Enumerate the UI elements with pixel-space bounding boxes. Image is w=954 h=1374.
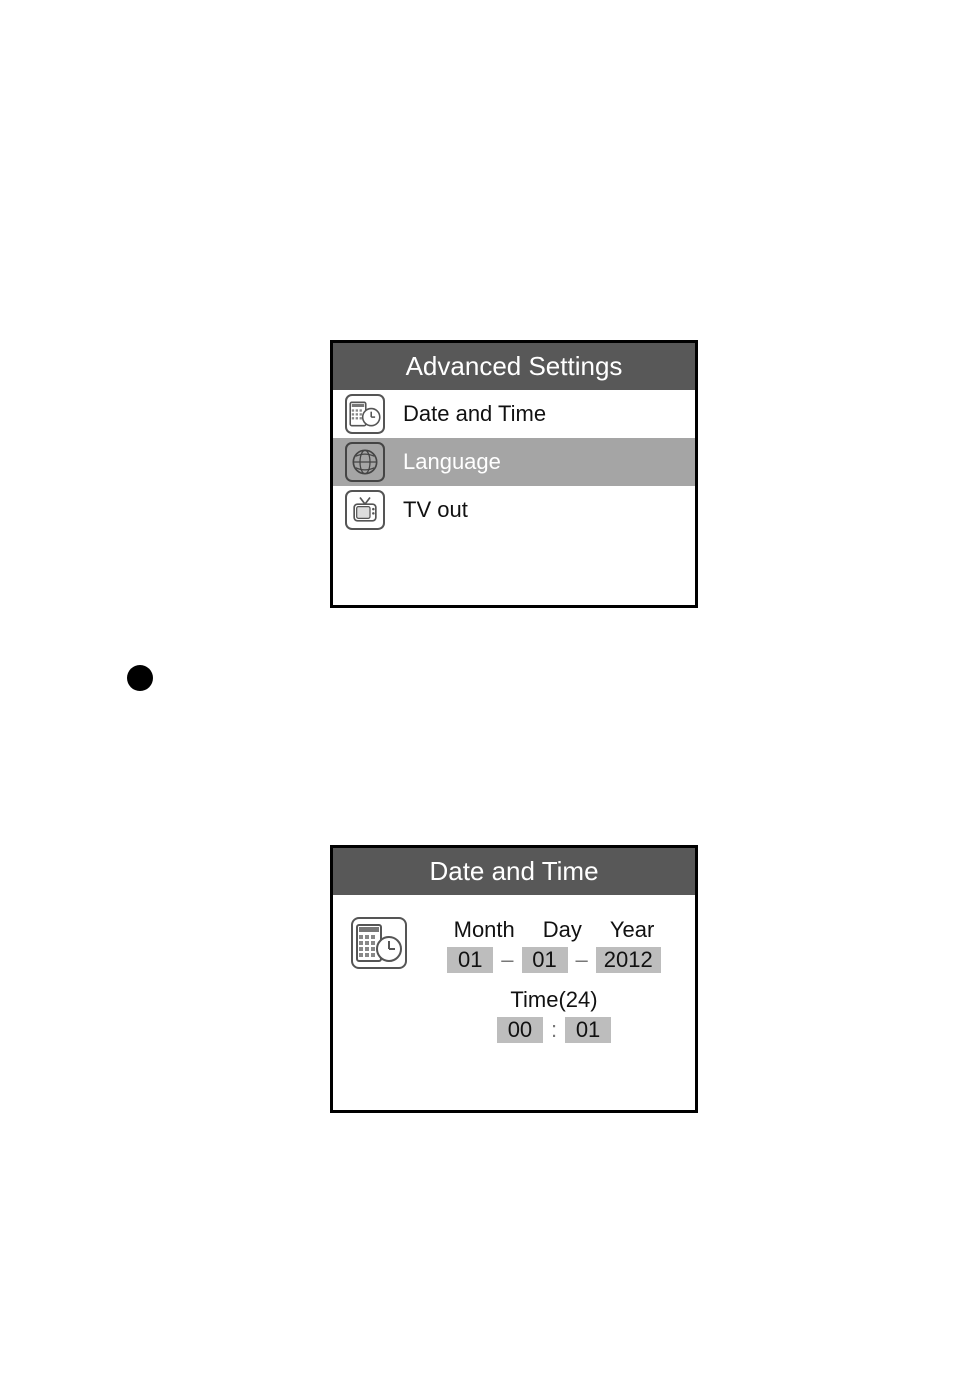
date-and-time-panel: Date and Time <box>330 845 698 1113</box>
time-separator: : <box>551 1017 557 1043</box>
month-label: Month <box>454 917 515 943</box>
menu-item-label: Language <box>403 449 501 475</box>
menu-item-date-and-time[interactable]: Date and Time <box>333 390 695 438</box>
advanced-settings-title: Advanced Settings <box>333 343 695 390</box>
menu-item-label: Date and Time <box>403 401 546 427</box>
date-and-time-icon-column <box>351 917 407 1043</box>
advanced-settings-panel: Advanced Settings Date and Time <box>330 340 698 608</box>
date-and-time-body: Month Day Year 01 – 01 – 2012 Time(24) 0… <box>333 895 695 1065</box>
calendar-clock-icon <box>345 394 385 434</box>
date-and-time-fields: Month Day Year 01 – 01 – 2012 Time(24) 0… <box>431 917 677 1043</box>
menu-item-label: TV out <box>403 497 468 523</box>
menu-item-language[interactable]: Language <box>333 438 695 486</box>
time-values-row: 00 : 01 <box>431 1017 677 1043</box>
date-separator: – <box>501 947 513 973</box>
date-separator: – <box>576 947 588 973</box>
day-label: Day <box>543 917 582 943</box>
minute-field[interactable]: 01 <box>565 1017 611 1043</box>
tv-icon <box>345 490 385 530</box>
calendar-clock-icon <box>351 917 407 969</box>
date-values-row: 01 – 01 – 2012 <box>431 947 677 973</box>
day-field[interactable]: 01 <box>522 947 568 973</box>
month-field[interactable]: 01 <box>447 947 493 973</box>
page: { "advanced_settings": { "title": "Advan… <box>0 0 954 1374</box>
globe-icon <box>345 442 385 482</box>
menu-item-tv-out[interactable]: TV out <box>333 486 695 534</box>
date-column-labels: Month Day Year <box>431 917 677 943</box>
bullet-icon <box>127 665 153 691</box>
hour-field[interactable]: 00 <box>497 1017 543 1043</box>
year-label: Year <box>610 917 654 943</box>
date-and-time-title: Date and Time <box>333 848 695 895</box>
time-label: Time(24) <box>431 987 677 1013</box>
year-field[interactable]: 2012 <box>596 947 661 973</box>
